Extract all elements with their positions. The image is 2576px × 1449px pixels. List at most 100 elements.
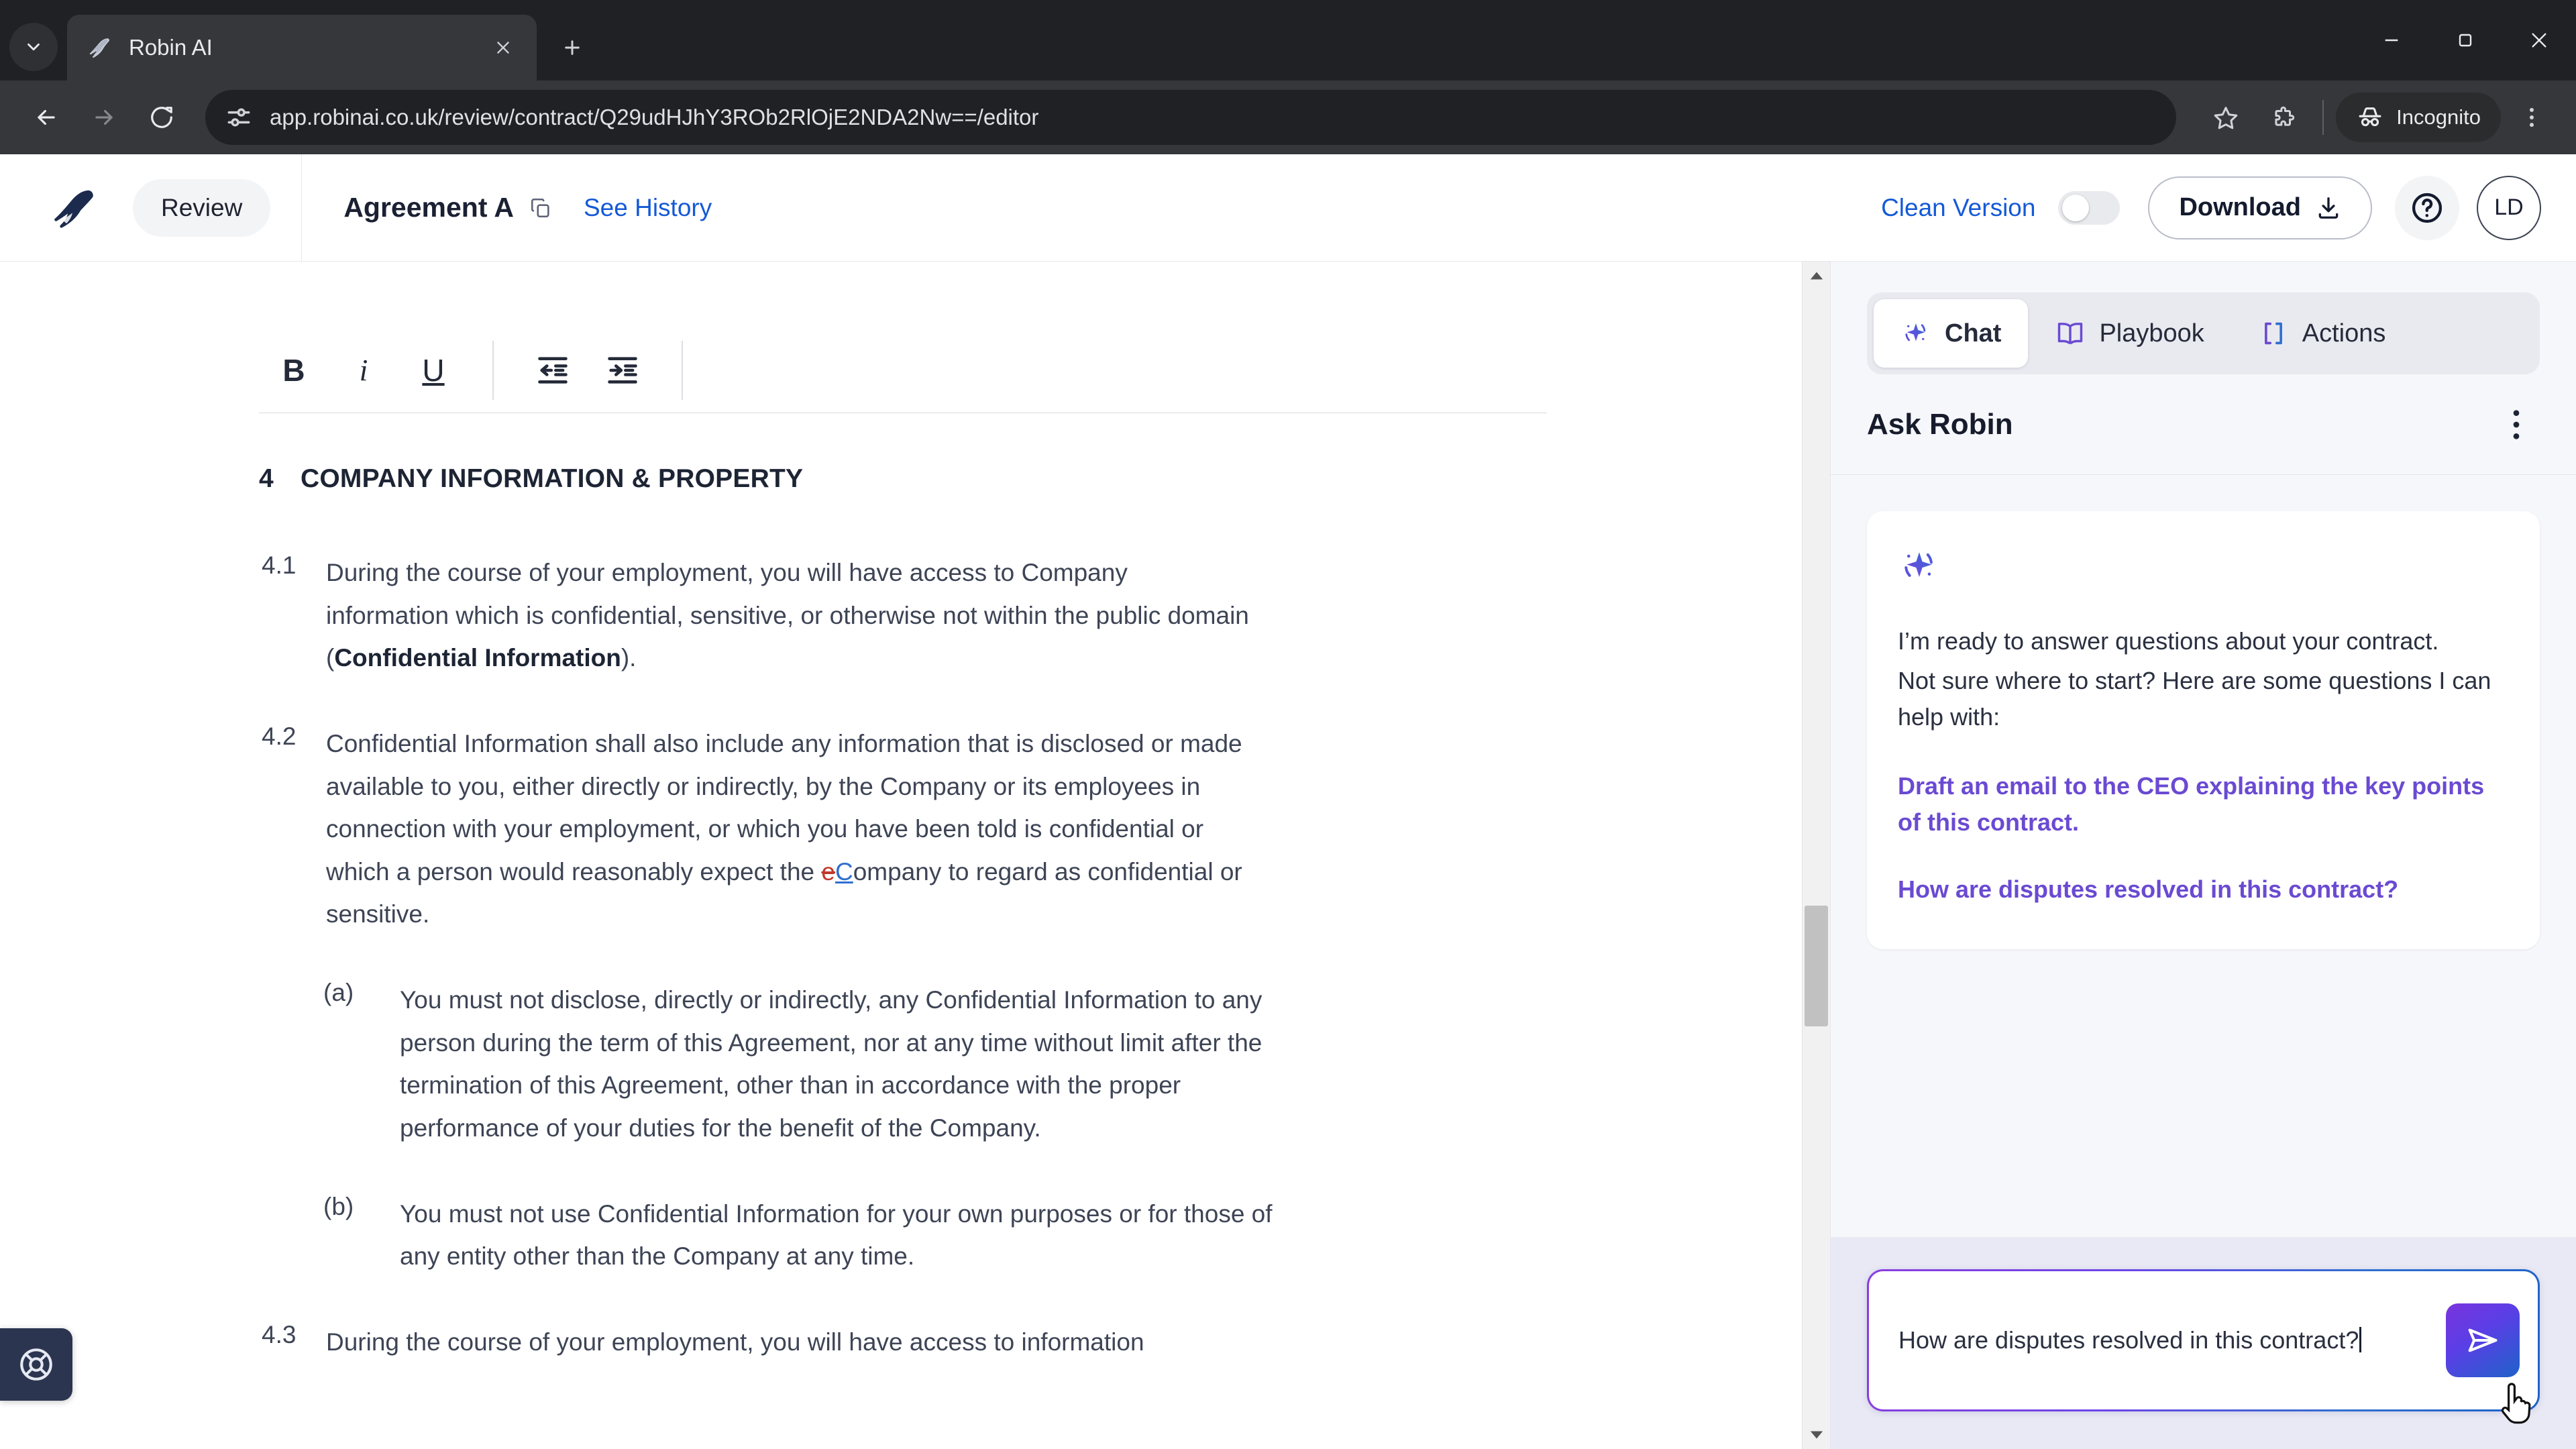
browser-tab[interactable]: Robin AI xyxy=(67,15,537,80)
scrollbar-thumb[interactable] xyxy=(1805,906,1828,1026)
reload-button[interactable] xyxy=(133,89,191,146)
tab-chat[interactable]: Chat xyxy=(1874,299,2029,368)
clause-text: You must not disclose, directly or indir… xyxy=(400,986,1263,1142)
document-heading: 4 COMPANY INFORMATION & PROPERTY xyxy=(259,464,1547,494)
page-title: Agreement A xyxy=(343,192,514,223)
suggested-prompt-2[interactable]: How are disputes resolved in this contra… xyxy=(1898,871,2509,908)
plus-icon xyxy=(565,40,580,55)
tab-close-button[interactable] xyxy=(487,32,519,64)
sparkle-icon xyxy=(1904,552,1933,577)
download-icon xyxy=(2318,197,2339,219)
review-label: Review xyxy=(161,193,243,221)
back-button[interactable] xyxy=(17,89,75,146)
minimize-button[interactable] xyxy=(2355,0,2428,80)
chat-tabs-wrapper: Chat Playbook Actions xyxy=(1831,262,2576,374)
address-bar[interactable]: app.robinai.co.uk/review/contract/Q29udH… xyxy=(205,90,2177,145)
copy-icon[interactable] xyxy=(525,192,557,224)
chat-options-button[interactable] xyxy=(2493,401,2540,448)
clause-4-2-a[interactable]: (a) You must not disclose, directly or i… xyxy=(259,979,1547,1150)
open-book-icon xyxy=(2058,323,2083,345)
incognito-hat-icon xyxy=(2359,107,2381,127)
robin-bird-logo[interactable] xyxy=(30,182,115,233)
maximize-button[interactable] xyxy=(2428,0,2502,80)
heading-text: COMPANY INFORMATION & PROPERTY xyxy=(301,464,804,493)
header-divider xyxy=(301,154,303,262)
clause-4-1[interactable]: 4.1 During the course of your employment… xyxy=(259,551,1547,680)
close-window-button[interactable] xyxy=(2502,0,2576,80)
minimize-icon xyxy=(2385,39,2398,42)
browser-window: Robin AI app.robinai.co.uk/review/contra… xyxy=(0,0,2576,1449)
chat-composer-area: How are disputes resolved in this contra… xyxy=(1831,1237,2576,1449)
send-button[interactable] xyxy=(2446,1303,2520,1377)
tab-playbook[interactable]: Playbook xyxy=(2028,299,2231,368)
tab-actions[interactable]: Actions xyxy=(2231,299,2413,368)
extensions-puzzle-icon xyxy=(2275,106,2295,126)
reload-icon xyxy=(151,107,172,128)
review-button[interactable]: Review xyxy=(133,178,271,237)
chat-input-wrapper[interactable]: How are disputes resolved in this contra… xyxy=(1867,1269,2540,1424)
maximize-icon xyxy=(2459,34,2472,47)
new-tab-button[interactable] xyxy=(549,24,596,71)
bold-button[interactable]: B xyxy=(259,335,329,405)
scroll-down-arrow[interactable] xyxy=(1803,1421,1830,1449)
clause-4-2-b[interactable]: (b) You must not use Confidential Inform… xyxy=(259,1193,1547,1278)
indent-button[interactable] xyxy=(588,335,657,405)
suggested-prompt-1[interactable]: Draft an email to the CEO explaining the… xyxy=(1898,768,2509,841)
indent-icon xyxy=(608,356,637,384)
close-icon xyxy=(2532,33,2546,48)
clause-4-2[interactable]: 4.2 Confidential Information shall also … xyxy=(259,722,1547,936)
forward-button[interactable] xyxy=(75,89,133,146)
help-button[interactable] xyxy=(2395,175,2459,240)
browser-omnibox-bar: app.robinai.co.uk/review/contract/Q29udH… xyxy=(0,80,2576,154)
tab-search-button[interactable] xyxy=(9,23,58,71)
scroll-up-arrow[interactable] xyxy=(1803,262,1830,290)
ask-robin-header: Ask Robin xyxy=(1831,374,2576,475)
incognito-indicator[interactable]: Incognito xyxy=(2336,93,2501,142)
clause-number: 4.3 xyxy=(262,1320,297,1348)
chat-input-inner[interactable]: How are disputes resolved in this contra… xyxy=(1869,1271,2538,1409)
heading-number: 4 xyxy=(259,464,274,493)
extensions-button[interactable] xyxy=(2257,91,2310,144)
support-widget-button[interactable] xyxy=(0,1328,72,1401)
tab-title: Robin AI xyxy=(129,35,213,60)
clause-number: 4.2 xyxy=(262,722,297,750)
chevron-down-icon xyxy=(1810,1431,1823,1439)
outdent-button[interactable] xyxy=(518,335,588,405)
text-caret xyxy=(2359,1327,2362,1353)
assistant-message-text: I’m ready to answer questions about your… xyxy=(1898,623,2509,736)
tracked-insertion: C xyxy=(835,857,853,885)
editor-scroll-region: B i U 4 COMPANY INFORMATION & PROPERTY 4… xyxy=(0,262,1802,1449)
clause-text: During the course of your employment, yo… xyxy=(326,559,1249,672)
clause-4-3[interactable]: 4.3 During the course of your employment… xyxy=(259,1321,1547,1364)
italic-button[interactable]: i xyxy=(329,335,398,405)
clause-text: You must not use Confidential Informatio… xyxy=(400,1199,1273,1271)
message-line-2: Not sure where to start? Here are some q… xyxy=(1898,666,2491,731)
see-history-link[interactable]: See History xyxy=(584,194,712,222)
clean-version-toggle[interactable] xyxy=(2058,191,2121,225)
tracked-deletion: e xyxy=(821,857,835,885)
brackets-icon xyxy=(2264,322,2282,345)
tab-actions-label: Actions xyxy=(2302,319,2386,347)
arrow-right-icon xyxy=(95,109,113,125)
window-controls xyxy=(2355,0,2576,80)
download-button[interactable]: Download xyxy=(2148,176,2372,239)
page-settings-icon[interactable] xyxy=(224,103,254,132)
app-header: Review Agreement A See History Clean Ver… xyxy=(0,154,2576,262)
document-body[interactable]: 4 COMPANY INFORMATION & PROPERTY 4.1 Dur… xyxy=(259,413,1547,1363)
clause-number: 4.1 xyxy=(262,551,297,579)
underline-button[interactable]: U xyxy=(398,335,468,405)
outdent-icon xyxy=(538,356,568,384)
avatar[interactable]: LD xyxy=(2477,175,2541,240)
send-paper-plane-icon xyxy=(2468,1328,2498,1352)
clause-text: During the course of your employment, yo… xyxy=(326,1328,1144,1356)
question-mark-circle-icon xyxy=(2412,193,2443,223)
browser-menu-button[interactable] xyxy=(2505,91,2559,144)
ask-robin-title: Ask Robin xyxy=(1867,407,2013,441)
download-label: Download xyxy=(2179,193,2301,221)
bookmark-button[interactable] xyxy=(2199,91,2253,144)
robin-bird-favicon xyxy=(85,33,114,62)
arrow-left-icon xyxy=(38,109,55,125)
document-editor-pane: B i U 4 COMPANY INFORMATION & PROPERTY 4… xyxy=(0,262,1802,1449)
chat-input[interactable]: How are disputes resolved in this contra… xyxy=(1898,1322,2362,1359)
document-scrollbar[interactable] xyxy=(1802,262,1830,1449)
